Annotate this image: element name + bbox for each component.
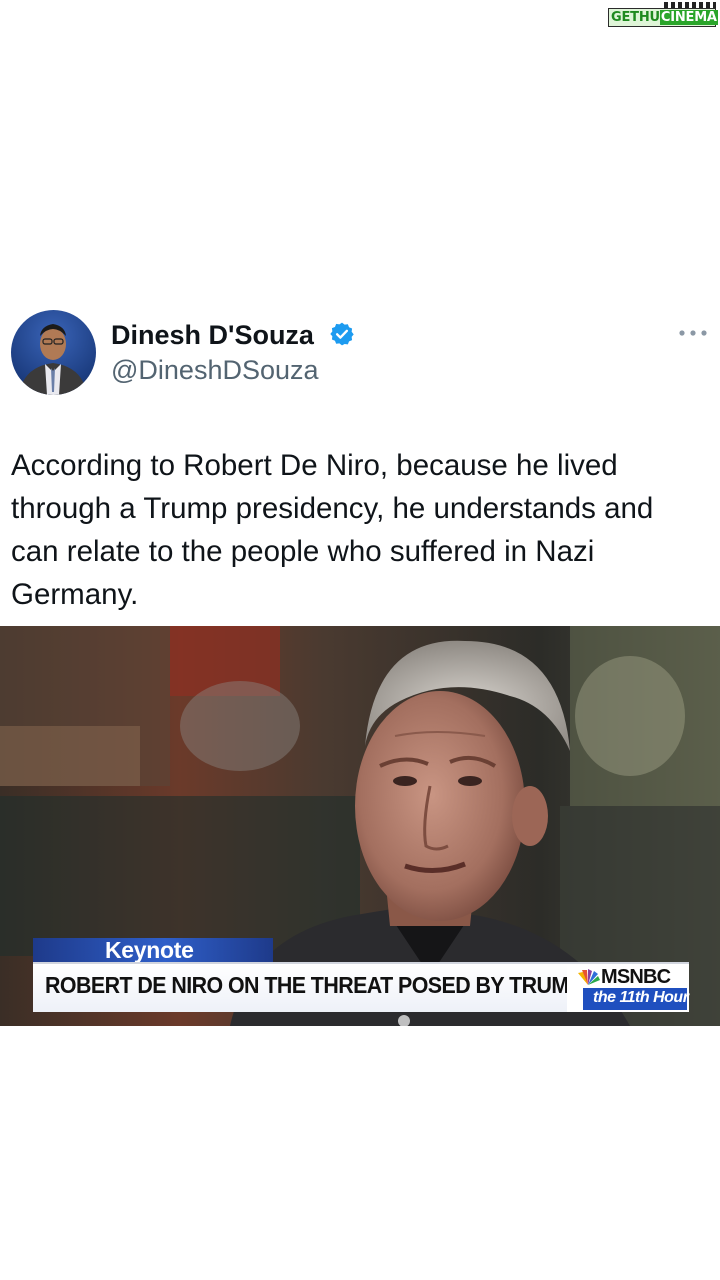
user-handle[interactable]: @DineshDSouza bbox=[111, 355, 319, 386]
tweet-text: According to Robert De Niro, because he … bbox=[11, 449, 654, 611]
segment-tag: Keynote bbox=[33, 937, 273, 963]
watermark-text: GETHUCINEMA bbox=[608, 8, 718, 27]
avatar[interactable] bbox=[11, 310, 96, 395]
avatar-portrait bbox=[19, 324, 87, 395]
news-lower-third: Keynote ROBERT DE NIRO ON THE THREAT POS… bbox=[33, 937, 697, 1012]
segment-tag-label: Keynote bbox=[105, 937, 194, 963]
network-brand: MSNBC the 11th Hour bbox=[567, 962, 689, 1012]
verified-badge-icon bbox=[330, 322, 354, 346]
show-name: the 11th Hour bbox=[593, 989, 689, 1006]
show-tag: the 11th Hour bbox=[583, 988, 689, 1010]
more-horizontal-icon[interactable] bbox=[678, 328, 708, 338]
headline-bar: ROBERT DE NIRO ON THE THREAT POSED BY TR… bbox=[33, 962, 583, 1012]
tweet-header: Dinesh D'Souza @DineshDSouza bbox=[0, 310, 720, 400]
display-name[interactable]: Dinesh D'Souza bbox=[111, 320, 314, 351]
network-name: MSNBC bbox=[601, 966, 671, 988]
tweet-media-image[interactable]: Keynote ROBERT DE NIRO ON THE THREAT POS… bbox=[0, 626, 720, 1026]
video-indicator-icon bbox=[398, 1015, 410, 1026]
headline-text: ROBERT DE NIRO ON THE THREAT POSED BY TR… bbox=[45, 972, 583, 998]
watermark-logo: GETHUCINEMA bbox=[608, 2, 718, 28]
peacock-logo-icon bbox=[578, 969, 600, 985]
